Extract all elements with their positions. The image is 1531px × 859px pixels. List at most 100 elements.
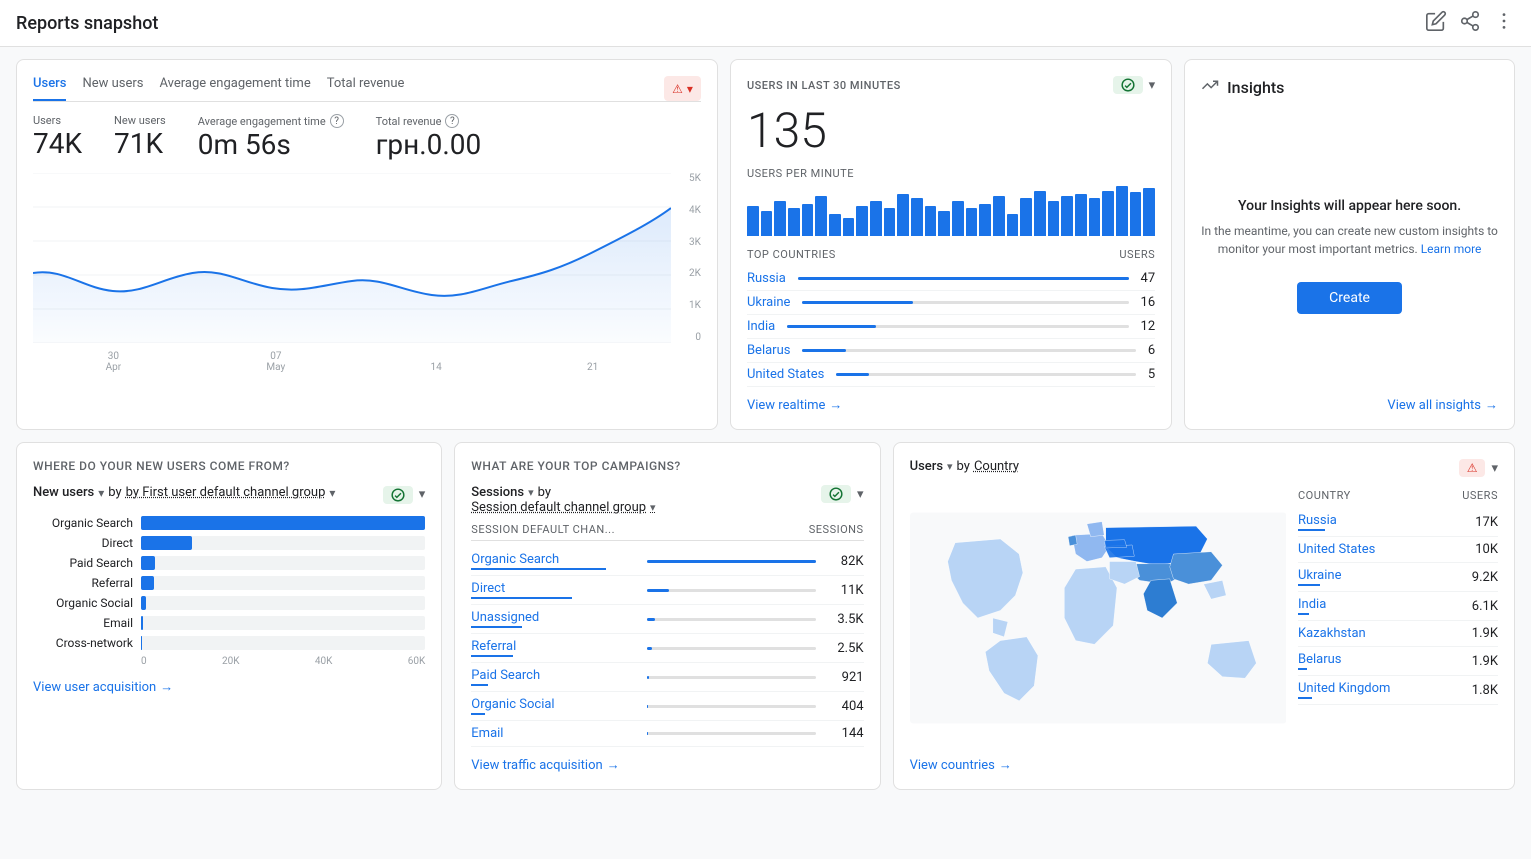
country-name-ukraine[interactable]: Ukraine — [747, 295, 790, 310]
insights-sub-text: In the meantime, you can create new cust… — [1201, 222, 1498, 258]
acquisition-controls: ▾ — [383, 486, 426, 504]
share-icon[interactable] — [1459, 10, 1481, 36]
country-name-belarus[interactable]: Belarus — [747, 343, 791, 358]
session-organic-social[interactable]: Organic Social — [471, 697, 639, 715]
campaigns-subtitle: Sessions ▾ by Session default channel gr… — [471, 485, 655, 515]
acquisition-dropdown-icon[interactable]: ▾ — [419, 487, 426, 502]
metric-new-users-label: New users — [114, 114, 166, 127]
country-row-us: United States 5 — [747, 363, 1155, 387]
map-uk-name[interactable]: United Kingdom — [1298, 681, 1390, 699]
users-col-label: USERS — [1119, 248, 1155, 261]
campaigns-dropdown-icon[interactable]: ▾ — [857, 487, 864, 502]
map-subtitle: Users ▾ by Country — [910, 459, 1020, 474]
metric-revenue-value: грн.0.00 — [376, 128, 482, 161]
country-name-russia[interactable]: Russia — [747, 271, 786, 286]
view-all-insights-link[interactable]: View all insights → — [1201, 397, 1498, 413]
tab-users[interactable]: Users — [33, 76, 66, 101]
chart-canvas — [33, 173, 671, 343]
main-content: Users New users Average engagement time … — [0, 47, 1531, 802]
metrics-chart: 5K 4K 3K 2K 1K 0 — [33, 173, 701, 373]
more-icon[interactable] — [1493, 10, 1515, 36]
tab-new-users[interactable]: New users — [82, 76, 143, 101]
map-russia-name[interactable]: Russia — [1298, 513, 1337, 531]
acquisition-subtitle: New users ▾ by by First user default cha… — [33, 485, 335, 500]
country-bar-russia — [798, 277, 1129, 280]
map-belarus-name[interactable]: Belarus — [1298, 652, 1342, 670]
campaigns-section-title: WHAT ARE YOUR TOP CAMPAIGNS? — [471, 459, 863, 473]
map-belarus-row: Belarus 1.9K — [1298, 647, 1498, 676]
realtime-card: USERS IN LAST 30 MINUTES ▾ 135 USERS PER… — [730, 59, 1172, 430]
header-actions — [1425, 10, 1515, 36]
metrics-card: Users New users Average engagement time … — [16, 59, 718, 430]
metric-users-value: 74K — [33, 127, 82, 160]
revenue-info-icon[interactable]: ? — [445, 114, 459, 128]
map-ukraine-name[interactable]: Ukraine — [1298, 568, 1341, 586]
view-acquisition-link[interactable]: View user acquisition → — [33, 679, 425, 695]
insights-title: Insights — [1227, 78, 1284, 97]
campaigns-card: WHAT ARE YOUR TOP CAMPAIGNS? Sessions ▾ … — [454, 442, 880, 790]
page-title: Reports snapshot — [16, 13, 158, 34]
insights-card: Insights Your Insights will appear here … — [1184, 59, 1515, 430]
map-us-name[interactable]: United States — [1298, 542, 1375, 557]
session-referral[interactable]: Referral — [471, 639, 639, 657]
acquisition-section-title: WHERE DO YOUR NEW USERS COME FROM? — [33, 459, 425, 473]
acquisition-card: WHERE DO YOUR NEW USERS COME FROM? New u… — [16, 442, 442, 790]
tab-revenue[interactable]: Total revenue — [327, 76, 405, 101]
hbar-axis: 0 20K 40K 60K — [141, 656, 425, 667]
map-india-name[interactable]: India — [1298, 597, 1326, 615]
map-us-val: 10K — [1475, 542, 1498, 557]
country-list-header: COUNTRY USERS — [1298, 489, 1498, 502]
realtime-dropdown-icon[interactable]: ▾ — [1149, 78, 1156, 93]
hbar-paid-search: Paid Search — [33, 556, 425, 570]
map-belarus-val: 1.9K — [1472, 654, 1498, 669]
country-bar-india — [787, 325, 1128, 328]
arrow-right-icon: → — [607, 757, 620, 773]
learn-more-link[interactable]: Learn more — [1421, 242, 1482, 256]
acquisition-bar-chart: Organic Search Direct Paid Search Referr… — [33, 516, 425, 667]
metrics-row: Users 74K New users 71K Average engageme… — [33, 114, 701, 161]
acquisition-check-badge[interactable] — [383, 486, 413, 504]
engagement-info-icon[interactable]: ? — [330, 114, 344, 128]
chart-x-labels: 30Apr 07May 14 21 — [33, 343, 671, 373]
map-warning-badge[interactable]: ⚠ — [1459, 459, 1486, 477]
view-countries-link[interactable]: View countries → — [910, 757, 1498, 773]
session-email[interactable]: Email — [471, 726, 639, 741]
insights-trend-icon — [1201, 76, 1219, 98]
campaigns-controls: ▾ — [821, 485, 864, 503]
session-unassigned[interactable]: Unassigned — [471, 610, 639, 628]
session-row-unassigned: Unassigned 3.5K — [471, 605, 863, 634]
chart-y-labels: 5K 4K 3K 2K 1K 0 — [689, 173, 701, 343]
map-dropdown-icon[interactable]: ▾ — [1491, 461, 1498, 476]
insights-main-text: Your Insights will appear here soon. — [1238, 198, 1461, 214]
country-list: COUNTRY USERS Russia 17K United States 1… — [1298, 489, 1498, 747]
map-india-val: 6.1K — [1472, 599, 1498, 614]
sessions-table: SESSION DEFAULT CHAN... SESSIONS Organic… — [471, 523, 863, 747]
country-row-ukraine: Ukraine 16 — [747, 291, 1155, 315]
map-russia-val: 17K — [1475, 515, 1498, 530]
country-name-india[interactable]: India — [747, 319, 775, 334]
view-traffic-link[interactable]: View traffic acquisition → — [471, 757, 863, 773]
hbar-organic-search: Organic Search — [33, 516, 425, 530]
hbar-direct: Direct — [33, 536, 425, 550]
create-button[interactable]: Create — [1297, 282, 1402, 314]
country-name-us[interactable]: United States — [747, 367, 824, 382]
session-row-referral: Referral 2.5K — [471, 634, 863, 663]
warning-badge[interactable]: ⚠ ▾ — [664, 76, 701, 101]
arrow-right-icon: → — [829, 397, 842, 413]
countries-table-header: TOP COUNTRIES USERS — [747, 248, 1155, 261]
upm-label: USERS PER MINUTE — [747, 167, 1155, 180]
country-bar-us — [836, 373, 1136, 376]
arrow-right-icon: → — [1485, 397, 1498, 413]
realtime-check-badge[interactable] — [1113, 76, 1143, 94]
realtime-header: USERS IN LAST 30 MINUTES ▾ — [747, 76, 1155, 94]
map-header: Users ▾ by Country ⚠ ▾ — [910, 459, 1498, 477]
tab-engagement[interactable]: Average engagement time — [160, 76, 311, 101]
session-paid-search[interactable]: Paid Search — [471, 668, 639, 686]
edit-icon[interactable] — [1425, 10, 1447, 36]
map-kazakhstan-name[interactable]: Kazakhstan — [1298, 626, 1366, 641]
session-direct[interactable]: Direct — [471, 581, 639, 599]
session-organic-search[interactable]: Organic Search — [471, 552, 639, 570]
view-realtime-link[interactable]: View realtime → — [747, 397, 1155, 413]
campaigns-check-badge[interactable] — [821, 485, 851, 503]
map-uk-row: United Kingdom 1.8K — [1298, 676, 1498, 705]
